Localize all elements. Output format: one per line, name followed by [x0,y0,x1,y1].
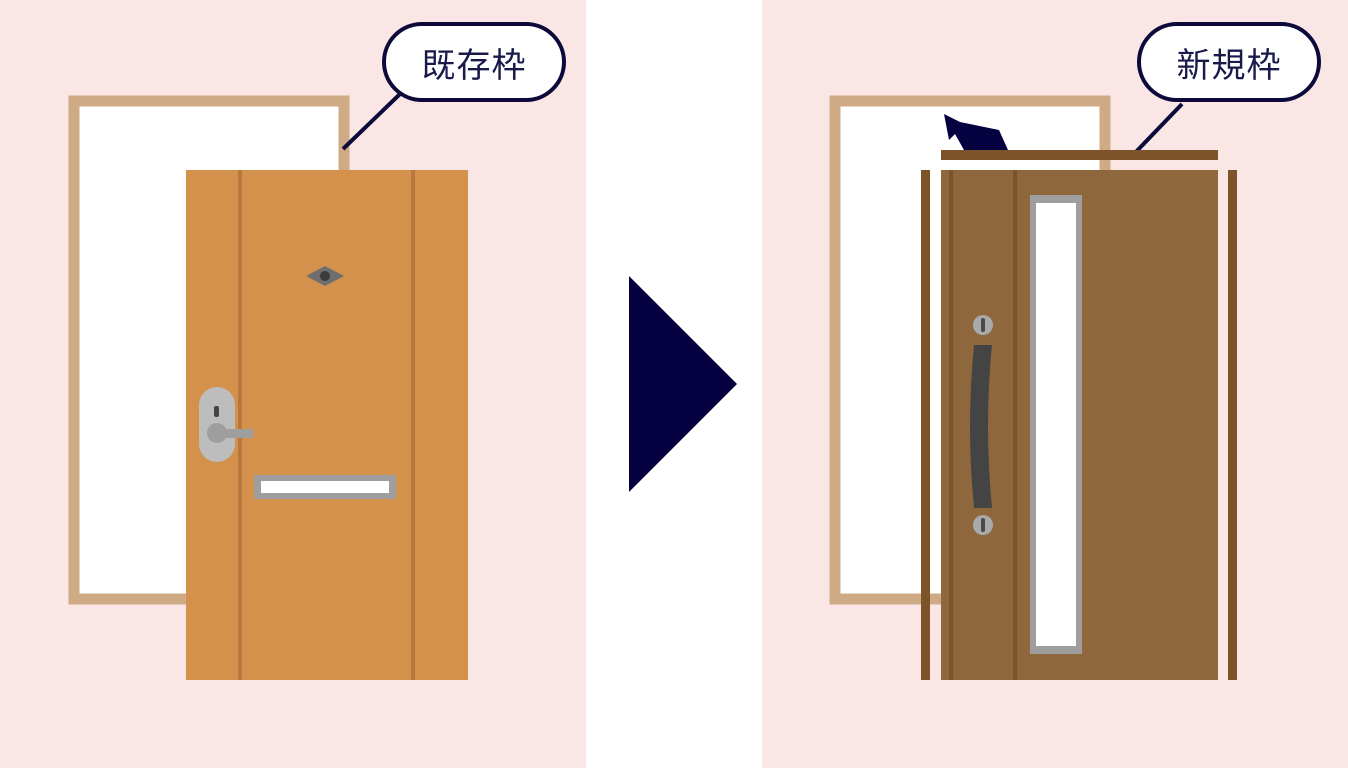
door-groove-left [238,170,242,680]
new-door-groove-mid [1013,170,1017,680]
after-panel: 新規枠 [762,0,1348,768]
after-illustration [762,0,1348,768]
new-frame-label: 新規枠 [1137,22,1321,102]
new-frame-right-jamb [1228,170,1237,680]
mail-slot-icon [254,475,396,499]
existing-frame-label: 既存枠 [382,22,566,102]
before-illustration [0,0,586,768]
existing-frame-label-text: 既存枠 [421,45,527,86]
door-groove-right [411,170,415,680]
right-triangle-arrow-icon [629,276,737,492]
new-door-groove-left [949,170,953,680]
before-panel: 既存枠 [0,0,586,768]
new-frame-left-jamb [921,170,930,680]
glass-slit-icon [1030,195,1082,654]
new-frame-label-text: 新規枠 [1176,45,1282,86]
new-frame-top [941,150,1218,160]
